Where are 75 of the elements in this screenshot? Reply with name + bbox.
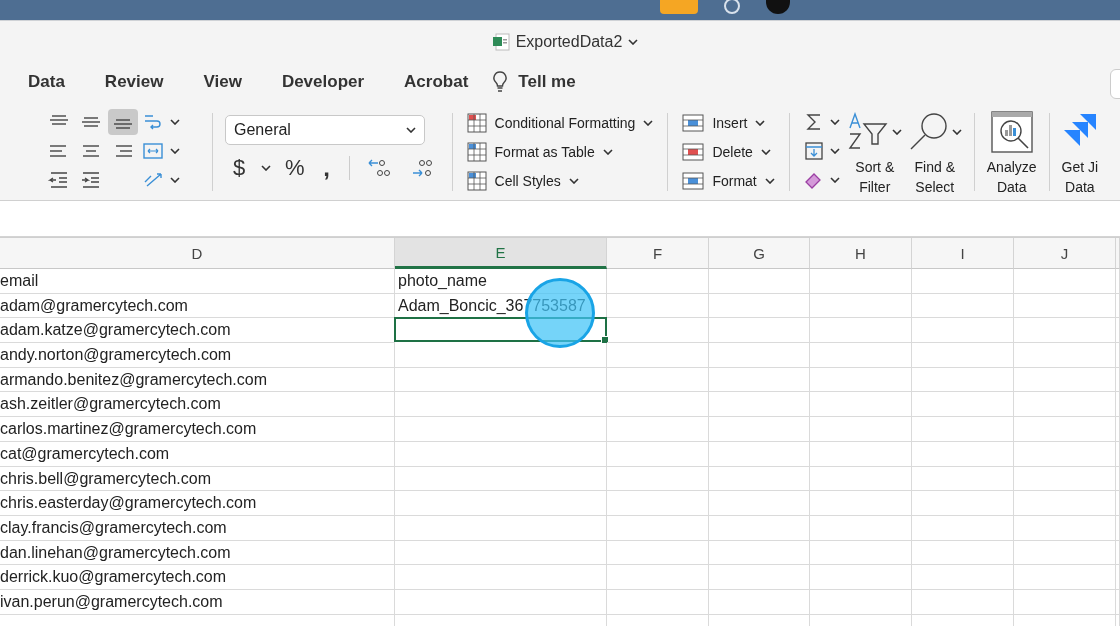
- window-title: ExportedData2: [515, 33, 623, 51]
- cells-menu-button[interactable]: Format: [682, 169, 775, 193]
- spreadsheet-file-icon: [491, 33, 510, 51]
- menubar-status-icon[interactable]: [724, 0, 740, 14]
- caret-icon: [829, 119, 840, 125]
- column-header[interactable]: J: [1014, 238, 1116, 269]
- jira-data-button[interactable]: Get Ji Data: [1061, 109, 1099, 195]
- styles-menu-button[interactable]: Format as Table: [466, 140, 654, 164]
- ribbon-tab[interactable]: Developer: [281, 72, 365, 92]
- column-header[interactable]: H: [810, 238, 912, 269]
- table-cell: email: [0, 269, 395, 294]
- caret-icon: [764, 178, 775, 184]
- column-header[interactable]: D: [0, 238, 395, 269]
- table-style-icon: [466, 113, 487, 133]
- merge-cells-icon: [142, 141, 164, 161]
- column-header[interactable]: E: [395, 238, 607, 269]
- caret-icon: [628, 39, 639, 45]
- table-cell: carlos.martinez@gramercytech.com: [0, 417, 395, 442]
- tell-me-button[interactable]: Tell me: [492, 71, 576, 93]
- analyze-data-button[interactable]: Analyze Data: [986, 109, 1037, 195]
- ribbon-tab[interactable]: Data: [28, 72, 65, 92]
- caret-icon: [643, 120, 654, 126]
- table-style-icon: [466, 142, 487, 162]
- caret-icon: [760, 149, 771, 155]
- table-cell: andy.norton@gramercytech.com: [0, 343, 395, 368]
- decrease-decimal-icon: [410, 157, 435, 179]
- sort-filter-icon: [847, 112, 890, 152]
- table-cell: cat@gramercytech.com: [0, 441, 395, 467]
- number-format-dropdown[interactable]: General: [225, 115, 425, 145]
- caret-icon: [829, 148, 840, 154]
- table-cell: adam@gramercytech.com: [0, 293, 395, 319]
- caret-icon: [891, 129, 902, 135]
- table-cell: clay.francis@gramercytech.com: [0, 515, 395, 541]
- cells-icon: [682, 171, 705, 191]
- caret-icon: [568, 178, 579, 184]
- column-header[interactable]: G: [709, 238, 810, 269]
- fill-down-icon: [803, 141, 824, 161]
- cells-icon: [682, 113, 705, 133]
- vertical-align-button[interactable]: [108, 109, 138, 135]
- column-header[interactable]: I: [912, 238, 1014, 269]
- styles-menu-button[interactable]: Conditional Formatting: [466, 111, 654, 135]
- ribbon-tab[interactable]: View: [203, 72, 242, 92]
- increase-decimal-icon: [366, 157, 391, 179]
- caret-icon: [602, 149, 613, 155]
- table-cell: adam.katze@gramercytech.com: [0, 318, 395, 344]
- menubar-status-icon[interactable]: [766, 0, 790, 14]
- table-cell: ivan.perun@gramercytech.com: [0, 589, 395, 615]
- caret-icon: [829, 177, 840, 183]
- caret-icon: [755, 120, 766, 126]
- table-cell: derrick.kuo@gramercytech.com: [0, 565, 395, 590]
- lightbulb-icon: [492, 71, 509, 93]
- ribbon-tab[interactable]: Acrobat: [404, 72, 469, 92]
- table-cell: chris.bell@gramercytech.com: [0, 466, 395, 492]
- table-cell: dan.linehan@gramercytech.com: [0, 540, 395, 566]
- caret-icon: [170, 119, 180, 125]
- table-cell: chris.easterday@gramercytech.com: [0, 491, 395, 516]
- cells-icon: [682, 142, 705, 162]
- percent-format-button[interactable]: %: [285, 155, 305, 181]
- caret-icon: [170, 148, 180, 154]
- ribbon-tab[interactable]: Review: [104, 72, 164, 92]
- caret-icon: [406, 127, 416, 133]
- table-cell: ash.zeitler@gramercytech.com: [0, 392, 395, 418]
- caret-icon: [170, 177, 180, 183]
- column-header[interactable]: F: [607, 238, 709, 269]
- cells-menu-button[interactable]: Delete: [682, 140, 775, 164]
- sort-filter-button[interactable]: Sort & Filter: [847, 109, 902, 195]
- table-style-icon: [466, 171, 487, 191]
- caret-icon: [261, 165, 271, 171]
- find-select-button[interactable]: Find & Select: [907, 109, 962, 195]
- cells-menu-button[interactable]: Insert: [682, 111, 775, 135]
- currency-format-button[interactable]: $: [231, 155, 247, 181]
- styles-menu-button[interactable]: Cell Styles: [466, 169, 654, 193]
- analyze-data-icon: [989, 110, 1034, 154]
- caret-icon: [951, 129, 962, 135]
- table-cell: armando.benitez@gramercytech.com: [0, 367, 395, 393]
